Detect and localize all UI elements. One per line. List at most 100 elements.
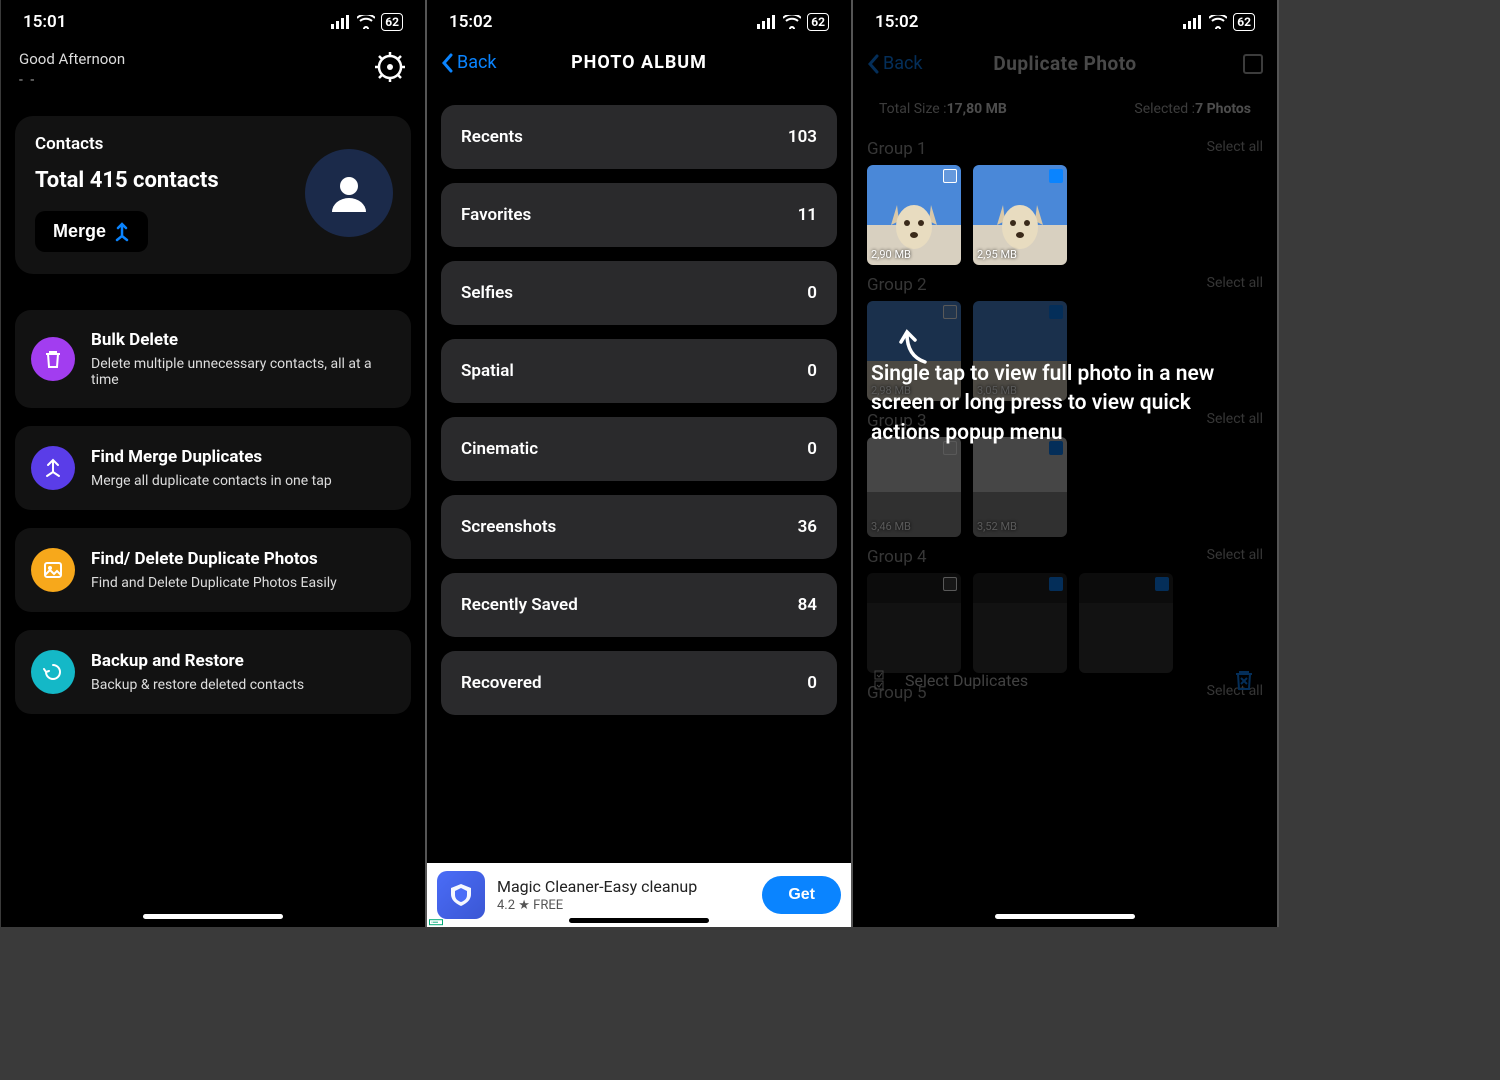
contacts-total: Total 415 contacts — [35, 168, 219, 193]
total-size-label: Total Size : — [879, 101, 947, 117]
thumb-checkbox[interactable] — [1049, 577, 1063, 591]
thumb-checkbox[interactable] — [1049, 305, 1063, 319]
group-1-thumbs: 2,90 MB 2,95 MB — [853, 165, 1277, 265]
thumb-checkbox[interactable] — [1049, 169, 1063, 183]
thumb-size: 2,90 MB — [871, 248, 911, 261]
select-all-button[interactable]: Select all — [1207, 275, 1263, 295]
album-count: 0 — [807, 439, 817, 459]
chevron-left-icon — [441, 53, 453, 73]
select-duplicates-label: Select Duplicates — [905, 671, 1028, 690]
back-button[interactable]: Back — [867, 53, 923, 74]
album-row-recovered[interactable]: Recovered 0 — [441, 651, 837, 715]
album-row-screenshots[interactable]: Screenshots 36 — [441, 495, 837, 559]
thumb-checkbox[interactable] — [943, 305, 957, 319]
back-button[interactable]: Back — [441, 52, 497, 73]
album-name: Spatial — [461, 361, 514, 381]
onboarding-tip: Single tap to view full photo in a new s… — [871, 360, 1247, 448]
home-indicator[interactable] — [569, 918, 709, 923]
merge-icon — [114, 222, 130, 242]
selected-value: 7 Photos — [1195, 101, 1251, 117]
album-row-recents[interactable]: Recents103 — [441, 105, 837, 169]
select-mode-checkbox[interactable] — [1243, 54, 1263, 74]
group-2-header: Group 2 Select all — [853, 265, 1277, 301]
album-count: 0 — [807, 283, 817, 303]
nav-bar: Back Duplicate Photo — [853, 38, 1277, 89]
greeting-row: Good Afternoon - - — [1, 38, 425, 88]
back-label: Back — [457, 52, 497, 73]
thumb-checkbox[interactable] — [943, 169, 957, 183]
dog-illustration — [993, 195, 1047, 255]
album-row-recently-saved[interactable]: Recently Saved84 — [441, 573, 837, 637]
album-count: 0 — [807, 673, 817, 693]
album-row-favorites[interactable]: Favorites 11 — [441, 183, 837, 247]
album-name: Selfies — [461, 283, 513, 303]
greeting-sub: - - — [19, 72, 125, 88]
screen-home: 15:01 62 Good Afternoon - - Contacts Tot… — [1, 0, 427, 927]
group-name: Group 1 — [867, 139, 927, 159]
thumb-checkbox[interactable] — [1155, 577, 1169, 591]
album-name: Screenshots — [461, 517, 556, 537]
thumb-checkbox[interactable] — [943, 577, 957, 591]
photo-thumb[interactable] — [1079, 573, 1173, 673]
select-duplicates-button[interactable]: Select Duplicates — [873, 669, 1028, 691]
menu-sub: Merge all duplicate contacts in one tap — [91, 473, 332, 489]
select-all-button[interactable]: Select all — [1207, 139, 1263, 159]
photo-thumb[interactable]: 2,90 MB — [867, 165, 961, 265]
battery-indicator: 62 — [381, 13, 403, 31]
menu-title: Bulk Delete — [91, 330, 395, 350]
menu-duplicate-photos[interactable]: Find/ Delete Duplicate Photos Find and D… — [15, 528, 411, 612]
menu-sub: Delete multiple unnecessary contacts, al… — [91, 356, 395, 388]
selected-label: Selected : — [1134, 101, 1195, 117]
battery-indicator: 62 — [807, 13, 829, 31]
contacts-card[interactable]: Contacts Total 415 contacts Merge — [15, 116, 411, 274]
greeting-text: Good Afternoon — [19, 50, 125, 68]
group-name: Group 4 — [867, 547, 927, 567]
album-list: Recents103 Favorites11 Selfies0 Spatial0… — [441, 105, 837, 715]
menu-list: Bulk Delete Delete multiple unnecessary … — [15, 310, 411, 714]
menu-title: Backup and Restore — [91, 651, 304, 671]
stats-row: Total Size :17,80 MB Selected :7 Photos — [853, 89, 1277, 129]
group-1-header: Group 1 Select all — [853, 129, 1277, 165]
status-bar: 15:02 62 — [427, 0, 851, 38]
signal-icon — [331, 15, 351, 29]
settings-gear-icon[interactable] — [373, 50, 407, 84]
checklist-icon — [873, 669, 895, 691]
photo-thumb[interactable]: 3,52 MB — [973, 437, 1067, 537]
group-4-thumbs — [853, 573, 1277, 673]
select-all-button[interactable]: Select all — [1207, 547, 1263, 567]
album-row-spatial[interactable]: Spatial0 — [441, 339, 837, 403]
ad-label-icon: i — [429, 919, 443, 925]
photo-thumb[interactable] — [867, 573, 961, 673]
menu-bulk-delete[interactable]: Bulk Delete Delete multiple unnecessary … — [15, 310, 411, 408]
menu-merge-duplicates[interactable]: Find Merge Duplicates Merge all duplicat… — [15, 426, 411, 510]
status-bar: 15:02 62 — [853, 0, 1277, 38]
page-title: Duplicate Photo — [993, 52, 1136, 75]
album-count: 103 — [788, 127, 817, 147]
album-row-cinematic[interactable]: Cinematic0 — [441, 417, 837, 481]
status-indicators: 62 — [1183, 13, 1255, 31]
thumb-size: 2,95 MB — [977, 248, 1017, 261]
signal-icon — [757, 15, 777, 29]
merge-button[interactable]: Merge — [35, 211, 148, 252]
home-indicator[interactable] — [143, 914, 283, 919]
signal-icon — [1183, 15, 1203, 29]
screen-photo-album: 15:02 62 Back PHOTO ALBUM Recents103 Fav… — [427, 0, 853, 927]
status-time: 15:02 — [449, 12, 492, 32]
photo-thumb[interactable]: 3,46 MB — [867, 437, 961, 537]
album-row-selfies[interactable]: Selfies 0 — [441, 261, 837, 325]
album-count: 36 — [798, 517, 817, 537]
menu-backup-restore[interactable]: Backup and Restore Backup & restore dele… — [15, 630, 411, 714]
album-name: Favorites — [461, 205, 531, 225]
chevron-left-icon — [867, 54, 879, 74]
photo-thumb[interactable]: 2,95 MB — [973, 165, 1067, 265]
ad-get-button[interactable]: Get — [762, 876, 841, 914]
album-count: 11 — [798, 205, 817, 225]
photo-thumb[interactable] — [973, 573, 1067, 673]
wifi-icon — [783, 15, 801, 29]
wifi-icon — [357, 15, 375, 29]
home-indicator[interactable] — [995, 914, 1135, 919]
restore-icon — [31, 650, 75, 694]
photo-icon — [31, 548, 75, 592]
delete-icon[interactable] — [1231, 667, 1257, 693]
album-name: Recovered — [461, 673, 542, 693]
